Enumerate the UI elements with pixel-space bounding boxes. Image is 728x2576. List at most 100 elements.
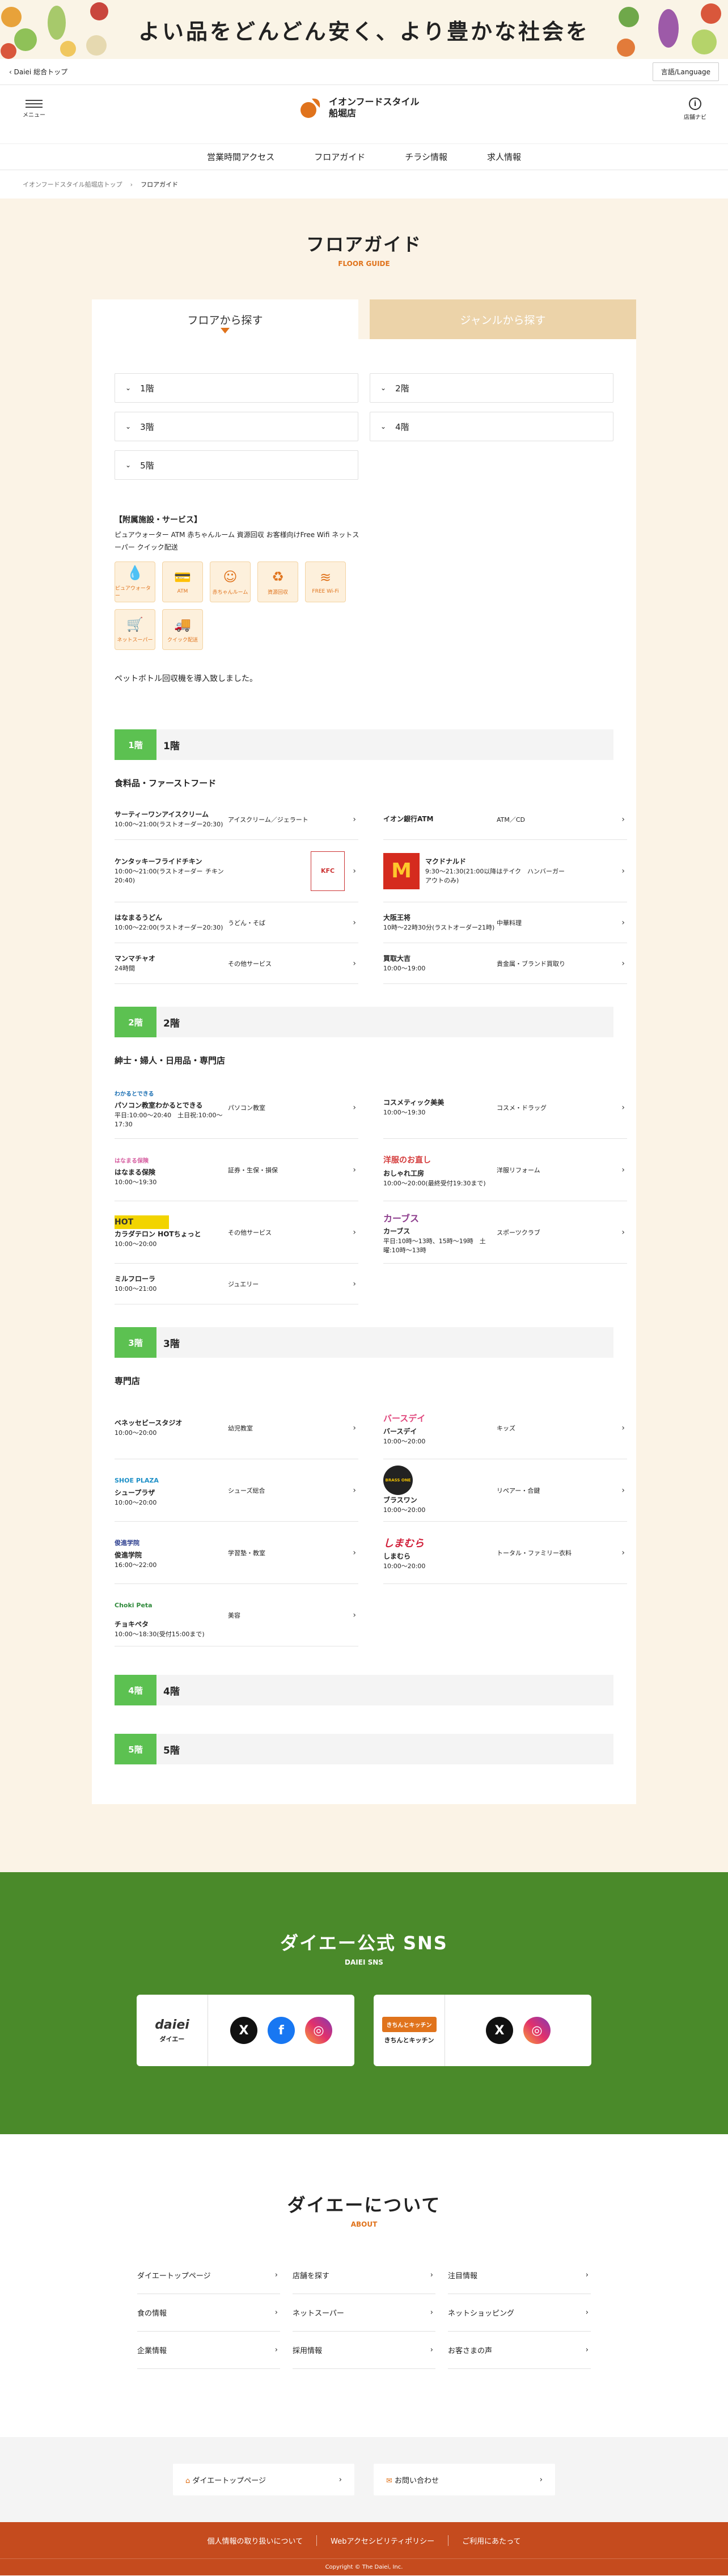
facility-label: ネットスーパー bbox=[117, 637, 153, 643]
shop-item[interactable]: バースデイ バースデイ 10:00〜20:00 キッズ › bbox=[383, 1397, 627, 1459]
accessibility-link[interactable]: Webアクセシビリティポリシー bbox=[317, 2535, 449, 2546]
shop-item[interactable]: 洋服のお直し おしゃれ工房 10:00〜20:00(最終受付19:30まで) 洋服リフ… bbox=[383, 1139, 627, 1201]
chevron-right-icon: › bbox=[353, 1103, 356, 1112]
store-name-line1: イオンフードスタイル bbox=[329, 96, 420, 107]
chevron-right-icon: › bbox=[621, 866, 625, 876]
mail-icon: ✉ bbox=[386, 2476, 392, 2485]
facility-label: ピュアウォーター bbox=[115, 586, 151, 599]
floor-button-2[interactable]: ⌄ 2階 bbox=[370, 373, 613, 403]
floor-button-5[interactable]: ⌄ 5階 bbox=[115, 450, 358, 480]
cart-icon: 🛒 ネットスーパー bbox=[115, 609, 155, 650]
floor-button-label: 5階 bbox=[140, 460, 154, 471]
about-link[interactable]: 企業情報 › bbox=[137, 2332, 280, 2369]
shop-item[interactable]: 俊進学院 俊進学院 16:00〜22:00 学習塾・教室 › bbox=[115, 1522, 358, 1584]
shop-hours: 平日:10:00〜20:40 土日祝:10:00〜17:30 bbox=[115, 1112, 223, 1128]
about-link[interactable]: ネットスーパー › bbox=[293, 2294, 435, 2332]
shop-item[interactable]: ミルフローラ 10:00〜21:00 ジュエリー › bbox=[115, 1264, 358, 1304]
store-navi-label: 店舗ナビ bbox=[684, 115, 706, 121]
shop-item[interactable]: ベネッセビースタジオ 10:00〜20:00 幼児教室 › bbox=[115, 1397, 358, 1459]
sns-card-daiei: daiei ダイエー X f ◎ bbox=[137, 1995, 354, 2066]
daiei-top-link[interactable]: ⌂ ダイエートップページ › bbox=[173, 2464, 354, 2495]
shop-list: サーティーワンアイスクリーム 10:00〜21:00(ラストオーダー20:30) ア… bbox=[115, 799, 627, 984]
shop-category: 証券・生保・損保 bbox=[228, 1166, 278, 1174]
shunshin-gakuin-logo: 俊進学院 bbox=[115, 1539, 139, 1547]
shop-item[interactable]: カーブス カーブス 平日:10時〜13時、15時〜19時 土曜:10時〜13時 スポー… bbox=[383, 1201, 627, 1264]
x-icon[interactable]: X bbox=[230, 2017, 257, 2044]
shop-category: うどん・そば bbox=[228, 919, 265, 927]
shop-category: トータル・ファミリー衣料 bbox=[497, 1549, 572, 1557]
about-link[interactable]: ネットショッピング › bbox=[448, 2294, 591, 2332]
floor-button-1[interactable]: ⌄ 1階 bbox=[115, 373, 358, 403]
breadcrumb-home[interactable]: イオンフードスタイル船堀店トップ bbox=[23, 180, 122, 189]
floor-header: 2階 2階 bbox=[115, 1007, 613, 1037]
shop-item[interactable]: しまむら しまむら 10:00〜20:00 トータル・ファミリー衣料 › bbox=[383, 1522, 627, 1584]
shop-item[interactable]: コスメティック美美 10:00〜19:30 コスメ・ドラッグ › bbox=[383, 1076, 627, 1139]
shop-item[interactable]: わかるとできる パソコン教室わかるとできる 平日:10:00〜20:40 土日祝:1… bbox=[115, 1076, 358, 1139]
facebook-icon[interactable]: f bbox=[268, 2017, 295, 2044]
shop-hours: 24時間 bbox=[115, 965, 135, 972]
hanamaru-hoken-logo: はなまる保険 bbox=[115, 1158, 149, 1164]
shop-category: 学習塾・教室 bbox=[228, 1549, 265, 1557]
shop-item[interactable]: M マクドナルド 9:30〜21:30(21:00以降はテイクアウトのみ) ハンバーガ… bbox=[383, 840, 627, 902]
shop-hours: 平日:10時〜13時、15時〜19時 土曜:10時〜13時 bbox=[383, 1238, 486, 1254]
chevron-right-icon: › bbox=[274, 2308, 278, 2317]
about-link[interactable]: 注目情報 › bbox=[448, 2257, 591, 2294]
shop-item[interactable]: サーティーワンアイスクリーム 10:00〜21:00(ラストオーダー20:30) ア… bbox=[115, 799, 358, 840]
about-link-label: 企業情報 bbox=[137, 2347, 167, 2355]
gnav-flyer[interactable]: チラシ情報 bbox=[405, 151, 447, 163]
shop-category: パソコン教室 bbox=[228, 1104, 265, 1112]
page-title: フロアガイド bbox=[306, 234, 422, 255]
shop-category: 貴金属・ブランド買取り bbox=[497, 960, 565, 968]
terms-link[interactable]: ご利用にあたって bbox=[448, 2535, 534, 2546]
site-header: メニュー イオンフードスタイル 船堀店 i 店舗ナビ bbox=[0, 85, 728, 144]
gnav-hours-access[interactable]: 営業時間アクセス bbox=[207, 151, 274, 163]
privacy-link[interactable]: 個人情報の取り扱いについて bbox=[194, 2535, 318, 2546]
back-to-daiei-top-link[interactable]: ‹ Daiei 総合トップ bbox=[9, 67, 67, 77]
gnav-jobs[interactable]: 求人情報 bbox=[487, 151, 521, 163]
shop-name: カラダテロン HOTちょっと bbox=[115, 1230, 201, 1238]
instagram-icon[interactable]: ◎ bbox=[523, 2017, 551, 2044]
floor-button-4[interactable]: ⌄ 4階 bbox=[370, 412, 613, 441]
shimamura-logo: しまむら bbox=[383, 1538, 424, 1549]
shop-item[interactable]: イオン銀行ATM ATM／CD › bbox=[383, 799, 627, 840]
shop-item[interactable]: BRASS ONE ブラスワン 10:00〜20:00 リペアー・合鍵 › bbox=[383, 1459, 627, 1522]
shop-hours: 10:00〜22:00(ラストオーダー20:30) bbox=[115, 924, 223, 931]
store-navi-button[interactable]: i 店舗ナビ bbox=[684, 98, 706, 121]
chevron-down-icon: ⌄ bbox=[125, 423, 132, 430]
shop-item[interactable]: SHOE PLAZA シュープラザ 10:00〜20:00 シューズ総合 › bbox=[115, 1459, 358, 1522]
about-link-label: ネットショッピング bbox=[448, 2309, 515, 2318]
floor-badge: 5階 bbox=[115, 1734, 156, 1764]
menu-button[interactable]: メニュー bbox=[23, 98, 45, 119]
vegetable-illustration-right3 bbox=[617, 7, 639, 57]
about-link[interactable]: 店舗を探す › bbox=[293, 2257, 435, 2294]
shop-item[interactable]: ケンタッキーフライドチキン 10:00〜21:00(ラストオーダー20:40) チキ… bbox=[115, 840, 358, 902]
language-button[interactable]: 言語/Language bbox=[652, 62, 719, 81]
shop-item[interactable]: 大阪王将 10時〜22時30分(ラストオーダー21時) 中華料理 › bbox=[383, 902, 627, 943]
about-link[interactable]: 食の情報 › bbox=[137, 2294, 280, 2332]
shop-item[interactable]: 買取大吉 10:00〜19:00 貴金属・ブランド買取り › bbox=[383, 943, 627, 984]
shop-item[interactable]: マンマチャオ 24時間 その他サービス › bbox=[115, 943, 358, 984]
shop-item[interactable]: はなまるうどん 10:00〜22:00(ラストオーダー20:30) うどん・そば › bbox=[115, 902, 358, 943]
instagram-icon[interactable]: ◎ bbox=[305, 2017, 332, 2044]
about-link[interactable]: 採用情報 › bbox=[293, 2332, 435, 2369]
gnav-floor-guide[interactable]: フロアガイド bbox=[314, 151, 365, 163]
floor-button-3[interactable]: ⌄ 3階 bbox=[115, 412, 358, 441]
tab-floor-search[interactable]: フロアから探す bbox=[92, 299, 358, 339]
x-icon[interactable]: X bbox=[486, 2017, 513, 2044]
shop-item[interactable]: Choki Peta チョキペタ 10:00〜18:30(受付15:00まで) 美容 › bbox=[115, 1584, 358, 1646]
tab-genre-search[interactable]: ジャンルから探す bbox=[370, 299, 636, 339]
chevron-right-icon: › bbox=[353, 1548, 356, 1557]
global-nav: 営業時間アクセス フロアガイド チラシ情報 求人情報 bbox=[0, 144, 728, 170]
curves-logo: カーブス bbox=[383, 1213, 420, 1224]
shop-item[interactable]: はなまる保険 はなまる保険 10:00〜19:30 証券・生保・損保 › bbox=[115, 1139, 358, 1201]
about-link-label: ダイエートップページ bbox=[137, 2272, 211, 2281]
about-link[interactable]: ダイエートップページ › bbox=[137, 2257, 280, 2294]
store-logo[interactable]: イオンフードスタイル 船堀店 bbox=[298, 95, 420, 120]
facilities-section: 【附属施設・サービス】 ピュアウォーター ATM 赤ちゃんルーム 資源回収 お客… bbox=[115, 514, 613, 650]
about-link[interactable]: お客さまの声 › bbox=[448, 2332, 591, 2369]
facilities-text: ピュアウォーター ATM 赤ちゃんルーム 資源回収 お客様向けFree Wifi… bbox=[115, 531, 359, 551]
chevron-right-icon: › bbox=[430, 2308, 433, 2317]
about-link-label: 注目情報 bbox=[448, 2272, 478, 2281]
shop-item[interactable]: HOT カラダテロン HOTちょっと 10:00〜20:00 その他サービス › bbox=[115, 1201, 358, 1264]
contact-link[interactable]: ✉ お問い合わせ › bbox=[374, 2464, 555, 2495]
